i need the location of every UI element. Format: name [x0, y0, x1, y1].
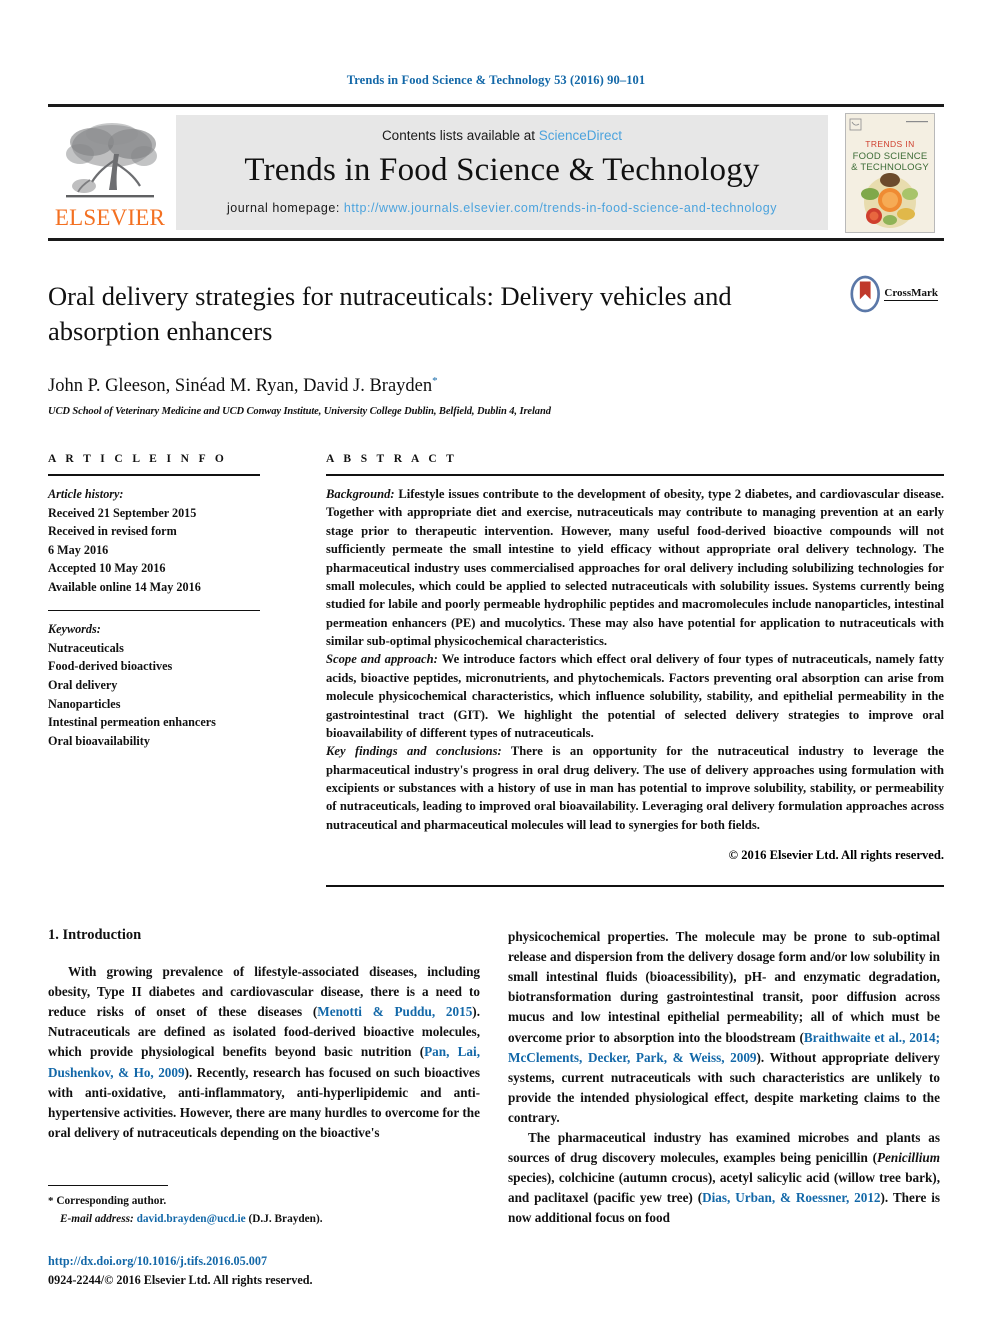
abstract-background-text: Lifestyle issues contribute to the devel… — [326, 487, 944, 649]
keywords-label: Keywords: — [48, 622, 101, 637]
svg-text:FOOD SCIENCE: FOOD SCIENCE — [853, 151, 928, 162]
body-column-right: physicochemical properties. The molecule… — [508, 927, 940, 1228]
abstract-paragraph-background: Background: Lifestyle issues contribute … — [326, 485, 944, 650]
doi-link[interactable]: http://dx.doi.org/10.1016/j.tifs.2016.05… — [48, 1252, 480, 1270]
article-history-label: Article history: — [48, 487, 124, 502]
body-columns: 1. Introduction With growing prevalence … — [48, 927, 944, 1228]
elsevier-tree-icon — [66, 123, 157, 198]
abstract-heading: A B S T R A C T — [326, 453, 458, 466]
keyword-item: Intestinal permeation enhancers — [48, 715, 216, 730]
article-info-column: A R T I C L E I N F O Article history: R… — [48, 453, 280, 750]
email-link[interactable]: david.brayden@ucd.ie — [137, 1213, 246, 1225]
title-block: Oral delivery strategies for nutraceutic… — [48, 275, 944, 418]
divider-rule — [326, 474, 944, 477]
homepage-prefix: journal homepage: — [226, 200, 344, 215]
journal-homepage-link[interactable]: http://www.journals.elsevier.com/trends-… — [344, 201, 777, 215]
corresponding-author-marker: * — [432, 374, 438, 387]
email-suffix: (D.J. Brayden). — [245, 1212, 323, 1225]
sciencedirect-link[interactable]: ScienceDirect — [539, 128, 622, 143]
intro-paragraph-right-1: physicochemical properties. The molecule… — [508, 927, 940, 1128]
footnote-block: * Corresponding author. E-mail address: … — [48, 1185, 480, 1228]
keyword-item: Oral bioavailability — [48, 733, 150, 748]
author-list: John P. Gleeson, Sinéad M. Ryan, David J… — [48, 375, 944, 397]
keyword-item: Nutraceuticals — [48, 640, 124, 655]
crossmark-label: CrossMark — [884, 287, 938, 302]
contents-prefix: Contents lists available at — [381, 128, 539, 144]
footnote-rule — [48, 1185, 168, 1187]
journal-cover-thumbnail: TRENDS IN FOOD SCIENCE & TECHNOLOGY — [836, 107, 944, 238]
masthead-center-panel: Contents lists available at ScienceDirec… — [176, 115, 828, 230]
history-item: Received 21 September 2015 — [48, 505, 197, 520]
crossmark-badge[interactable]: CrossMark — [850, 271, 938, 317]
abstract-scope-label: Scope and approach: — [326, 652, 438, 667]
journal-title: Trends in Food Science & Technology — [244, 152, 760, 189]
history-item: 6 May 2016 — [48, 542, 109, 557]
svg-text:TRENDS IN: TRENDS IN — [865, 139, 914, 149]
abstract-findings-label: Key findings and conclusions: — [326, 744, 502, 759]
intro-paragraph-left: With growing prevalence of lifestyle-ass… — [48, 962, 480, 1143]
abstract-column: A B S T R A C T Background: Lifestyle is… — [280, 453, 944, 888]
divider-rule — [326, 885, 944, 888]
citation-link[interactable]: Dias, Urban, & Roessner, 2012 — [702, 1190, 880, 1205]
divider-rule — [48, 474, 260, 477]
journal-article-page: Trends in Food Science & Technology 53 (… — [0, 0, 992, 1323]
keywords-block: Keywords: Nutraceuticals Food-derived bi… — [48, 620, 260, 750]
article-history-block: Article history: Received 21 September 2… — [48, 485, 260, 596]
issn-copyright: 0924-2244/© 2016 Elsevier Ltd. All right… — [48, 1272, 313, 1287]
history-item: Accepted 10 May 2016 — [48, 561, 166, 576]
abstract-copyright: © 2016 Elsevier Ltd. All rights reserved… — [728, 848, 944, 863]
crossmark-icon — [850, 275, 880, 313]
intro-paragraph-right-2: The pharmaceutical industry has examined… — [508, 1128, 940, 1228]
email-note: E-mail address: david.brayden@ucd.ie (D.… — [48, 1211, 480, 1229]
genus-name: Penicillium — [876, 1149, 940, 1165]
info-abstract-region: A R T I C L E I N F O Article history: R… — [48, 453, 944, 888]
section-title-introduction: 1. Introduction — [48, 927, 142, 944]
keyword-item: Oral delivery — [48, 678, 118, 693]
affiliation: UCD School of Veterinary Medicine and UC… — [48, 406, 551, 418]
page-title: Oral delivery strategies for nutraceutic… — [48, 281, 732, 346]
right-text-a: physicochemical properties. The molecule… — [508, 929, 940, 1045]
contents-lists-line: Contents lists available at ScienceDirec… — [382, 128, 622, 143]
abstract-background-label: Background: — [326, 487, 395, 502]
abstract-paragraph-scope: Scope and approach: We introduce factors… — [326, 650, 944, 742]
journal-masthead: ELSEVIER Contents lists available at Sci… — [48, 104, 944, 241]
citation-link[interactable]: Menotti & Puddu, 2015 — [317, 1004, 472, 1019]
divider-rule — [48, 610, 260, 612]
elsevier-logo: ELSEVIER — [48, 107, 172, 238]
keyword-item: Nanoparticles — [48, 696, 121, 711]
author-names: John P. Gleeson, Sinéad M. Ryan, David J… — [48, 376, 433, 397]
page-footer: http://dx.doi.org/10.1016/j.tifs.2016.05… — [48, 1252, 480, 1289]
journal-homepage-line: journal homepage: http://www.journals.el… — [227, 199, 777, 217]
running-head: Trends in Food Science & Technology 53 (… — [346, 73, 646, 87]
abstract-body: Background: Lifestyle issues contribute … — [326, 485, 944, 834]
journal-cover-image: TRENDS IN FOOD SCIENCE & TECHNOLOGY — [845, 112, 935, 233]
history-item: Received in revised form — [48, 524, 177, 539]
right2-text-a: The pharmaceutical industry has examined… — [508, 1129, 940, 1165]
history-item: Available online 14 May 2016 — [48, 579, 201, 594]
keyword-item: Food-derived bioactives — [48, 659, 173, 674]
email-label: E-mail address: — [60, 1212, 134, 1225]
elsevier-wordmark: ELSEVIER — [54, 205, 166, 230]
abstract-paragraph-findings: Key findings and conclusions: There is a… — [326, 742, 944, 834]
footnote-corresponding-text: Corresponding author. — [53, 1195, 167, 1208]
svg-text:& TECHNOLOGY: & TECHNOLOGY — [851, 162, 929, 173]
article-info-heading: A R T I C L E I N F O — [48, 453, 228, 466]
corresponding-author-note: * Corresponding author. — [48, 1193, 480, 1211]
body-column-left: 1. Introduction With growing prevalence … — [48, 927, 480, 1228]
